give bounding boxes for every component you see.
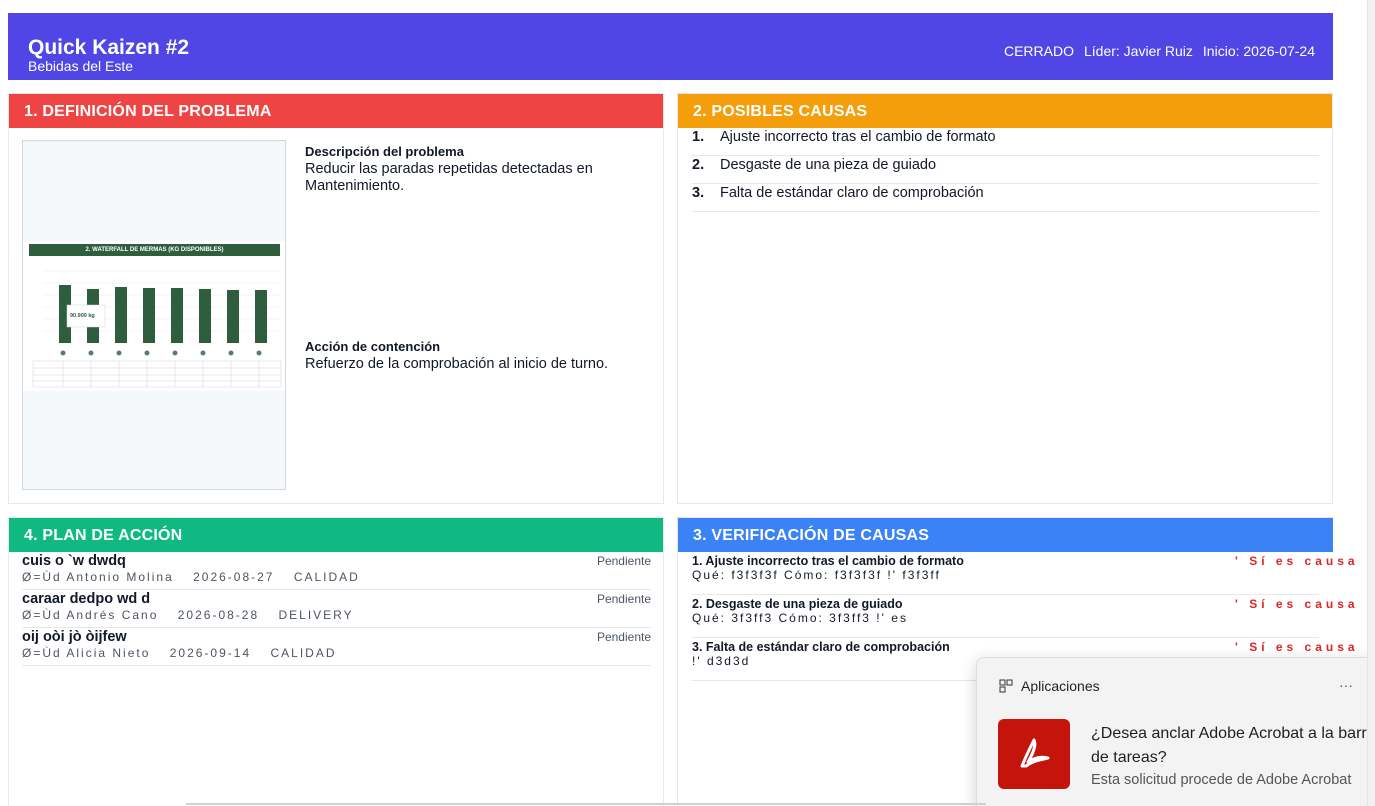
action-date: 2026-08-28 xyxy=(177,608,260,622)
action-title: caraar dedpo wd d xyxy=(22,591,151,607)
list-item[interactable]: cuis o `w dwdq Pendiente Ø=Ùd Antonio Mo… xyxy=(22,552,651,590)
bottom-divider xyxy=(186,803,986,805)
verification-title: 1. Ajuste incorrecto tras el cambio de f… xyxy=(692,554,964,568)
cause-text: Desgaste de una pieza de guiado xyxy=(720,157,937,173)
notification-source: Esta solicitud procede de Adobe Acrobat xyxy=(1091,772,1352,788)
list-item: 1. Ajuste incorrecto tras el cambio de f… xyxy=(692,128,1319,156)
kaizen-title: Quick Kaizen #2 xyxy=(28,36,190,59)
start-date-label: Inicio: 2026-07-24 xyxy=(1202,43,1315,59)
description-text: Reducir las paradas repetidas detectadas… xyxy=(305,161,593,194)
notification-app-name: Aplicaciones xyxy=(1021,678,1100,694)
notification-app-row: Aplicaciones xyxy=(999,678,1100,694)
waterfall-callout: 90.900 kg xyxy=(70,313,95,319)
adobe-acrobat-icon xyxy=(998,719,1070,789)
pin-app-notification[interactable]: Aplicaciones ··· ¿Desea anclar Adobe Acr… xyxy=(976,657,1375,806)
list-item[interactable]: caraar dedpo wd d Pendiente Ø=Ùd Andrés … xyxy=(22,590,651,628)
action-status: Pendiente xyxy=(596,630,651,644)
verification-result: ' Sí es causa xyxy=(1235,597,1359,611)
problem-heading: 1. DEFINICIÓN DEL PROBLEMA xyxy=(9,94,663,128)
action-owner: Ø=Ùd Alicia Nieto xyxy=(22,646,151,660)
causes-panel: 2. POSIBLES CAUSAS 1. Ajuste incorrecto … xyxy=(677,93,1333,504)
verification-detail: !' d3d3d xyxy=(692,654,751,668)
action-status: Pendiente xyxy=(596,592,651,606)
list-item: 3. Falta de estándar claro de comprobaci… xyxy=(692,184,1319,212)
notification-menu-button[interactable]: ··· xyxy=(1339,677,1353,693)
cause-text: Falta de estándar claro de comprobación xyxy=(720,185,984,201)
containment-text: Refuerzo de la comprobación al inicio de… xyxy=(305,356,609,372)
verification-heading: 3. VERIFICACIÓN DE CAUSAS xyxy=(678,518,1333,552)
cause-number: 3. xyxy=(692,185,705,201)
list-item[interactable]: oij oòi jò òijfew Pendiente Ø=Ùd Alicia … xyxy=(22,628,651,666)
verification-result: ' Sí es causa xyxy=(1235,554,1359,568)
action-date: 2026-08-27 xyxy=(193,570,275,584)
list-item: 2. Desgaste de una pieza de guiado xyxy=(692,156,1319,184)
kaizen-subtitle: Bebidas del Este xyxy=(28,58,134,74)
verification-title: 3. Falta de estándar claro de comprobaci… xyxy=(692,640,950,654)
causes-heading: 2. POSIBLES CAUSAS xyxy=(678,94,1332,128)
waterfall-thumbnail-chart: 90.900 kg xyxy=(32,270,282,388)
action-area: CALIDAD xyxy=(270,646,337,660)
action-owner: Ø=Ùd Andrés Cano xyxy=(22,608,159,622)
apps-icon xyxy=(999,679,1013,693)
header-meta: CERRADO Líder: Javier Ruiz Inicio: 2026-… xyxy=(1004,43,1315,59)
action-plan-panel: 4. PLAN DE ACCIÓN cuis o `w dwdq Pendien… xyxy=(8,517,664,806)
verification-title: 2. Desgaste de una pieza de guiado xyxy=(692,597,903,611)
action-owner: Ø=Ùd Antonio Molina xyxy=(22,570,174,584)
kaizen-header: Quick Kaizen #2 Bebidas del Este CERRADO… xyxy=(8,13,1333,80)
action-area: CALIDAD xyxy=(293,570,360,584)
status-badge: CERRADO xyxy=(1003,43,1074,59)
action-meta: Ø=Ùd Andrés Cano 2026-08-28 DELIVERY xyxy=(22,608,368,622)
verification-detail: Qué: f3f3f3f Cómo: f3f3f3f !' f3f3ff xyxy=(692,568,941,582)
leader-label: Líder: Javier Ruiz xyxy=(1083,43,1193,59)
action-meta: Ø=Ùd Antonio Molina 2026-08-27 CALIDAD xyxy=(22,570,374,584)
list-item: 1. Ajuste incorrecto tras el cambio de f… xyxy=(692,552,1355,595)
cause-text: Ajuste incorrecto tras el cambio de form… xyxy=(720,129,996,145)
containment-label: Acción de contención xyxy=(305,339,441,354)
action-title: oij oòi jò òijfew xyxy=(22,629,127,645)
description-label: Descripción del problema xyxy=(305,144,464,159)
action-title: cuis o `w dwdq xyxy=(22,553,126,569)
action-area: DELIVERY xyxy=(278,608,354,622)
page-scrollbar[interactable] xyxy=(1367,0,1375,806)
cause-number: 2. xyxy=(692,157,705,173)
action-plan-heading: 4. PLAN DE ACCIÓN xyxy=(9,518,663,552)
action-list: cuis o `w dwdq Pendiente Ø=Ùd Antonio Mo… xyxy=(22,552,651,666)
verification-detail: Qué: 3f3ff3 Cómo: 3f3ff3 !' es xyxy=(692,611,908,625)
action-meta: Ø=Ùd Alicia Nieto 2026-09-14 CALIDAD xyxy=(22,646,350,660)
page: Quick Kaizen #2 Bebidas del Este CERRADO… xyxy=(0,0,1375,806)
waterfall-thumbnail: 2. WATERFALL DE MERMAS (KG DISPONIBLES) xyxy=(23,241,285,391)
verification-result: ' Sí es causa xyxy=(1235,640,1359,654)
list-item: 2. Desgaste de una pieza de guiado Qué: … xyxy=(692,595,1355,638)
action-date: 2026-09-14 xyxy=(169,646,252,660)
cause-number: 1. xyxy=(692,129,705,145)
action-status: Pendiente xyxy=(596,554,651,568)
causes-list: 1. Ajuste incorrecto tras el cambio de f… xyxy=(692,128,1319,212)
notification-message: ¿Desea anclar Adobe Acrobat a la barra de… xyxy=(1091,725,1375,766)
problem-image[interactable]: 2. WATERFALL DE MERMAS (KG DISPONIBLES) xyxy=(22,140,286,490)
problem-panel: 1. DEFINICIÓN DEL PROBLEMA 2. WATERFALL … xyxy=(8,93,664,504)
